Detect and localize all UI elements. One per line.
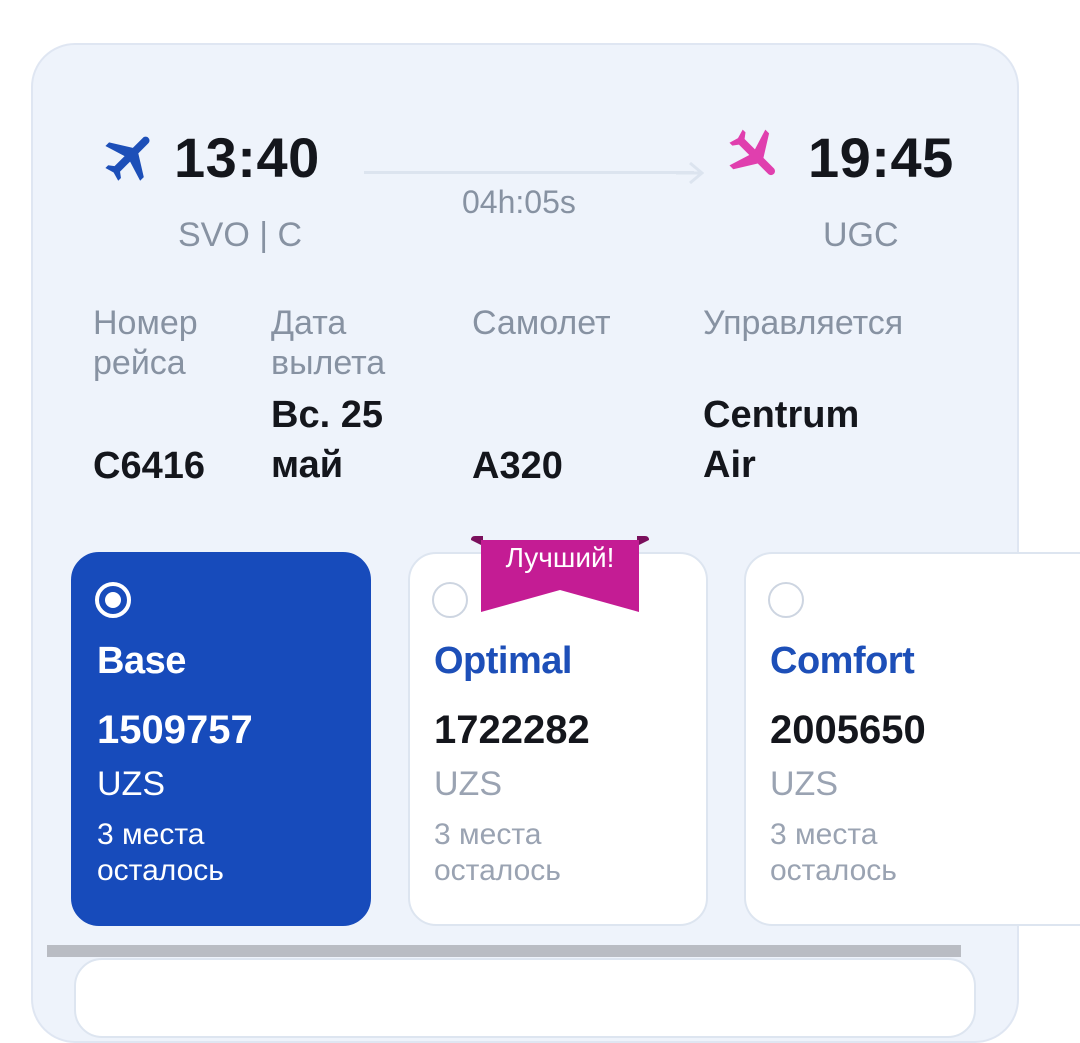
plane-landing-icon [729,129,775,176]
tariff-card-comfort[interactable]: Comfort 2005650 UZS 3 места осталось [744,552,1080,926]
tariff-name: Base [97,640,186,682]
tariff-seats-left: 3 места осталось [434,818,561,887]
aircraft-value: A320 [472,445,563,487]
departure-date-label: Дата вылета [271,304,386,382]
tariff-name: Comfort [770,640,915,682]
plane-takeoff-icon [105,136,150,181]
flight-duration: 04h:05s [462,184,576,220]
tariff-price: 2005650 [770,708,926,752]
tariff-seats-left: 3 места осталось [97,818,224,887]
best-badge-label: Лучший! [505,542,615,573]
operator-label: Управляется [703,304,904,342]
departure-time: 13:40 [174,126,320,189]
tariff-name: Optimal [434,640,572,682]
tariff-radio-optimal[interactable] [432,582,468,618]
arrival-airport-code: UGC [823,216,899,254]
tariff-radio-comfort[interactable] [768,582,804,618]
aircraft-label: Самолет [472,304,611,342]
tariff-currency: UZS [770,765,838,803]
tariff-price: 1722282 [434,708,590,752]
departure-date-value: Вс. 25 май [271,394,383,486]
route-line [364,171,694,174]
operator-value: Centrum Air [703,394,860,486]
tariff-price: 1509757 [97,708,253,752]
tariff-card-base[interactable]: Base 1509757 UZS 3 места осталось [71,552,371,926]
tariff-radio-base[interactable] [95,582,131,618]
flight-number-label: Номер рейса [93,304,198,382]
departure-airport-code: SVO | C [178,216,303,254]
flight-number-value: C6416 [93,445,205,487]
horizontal-scrollbar[interactable] [47,945,961,957]
tariff-currency: UZS [434,765,502,803]
tariff-seats-left: 3 места осталось [770,818,897,887]
arrow-right-icon [676,161,704,185]
arrival-time: 19:45 [808,126,954,189]
tariff-currency: UZS [97,765,165,803]
next-flight-card[interactable] [74,958,976,1038]
